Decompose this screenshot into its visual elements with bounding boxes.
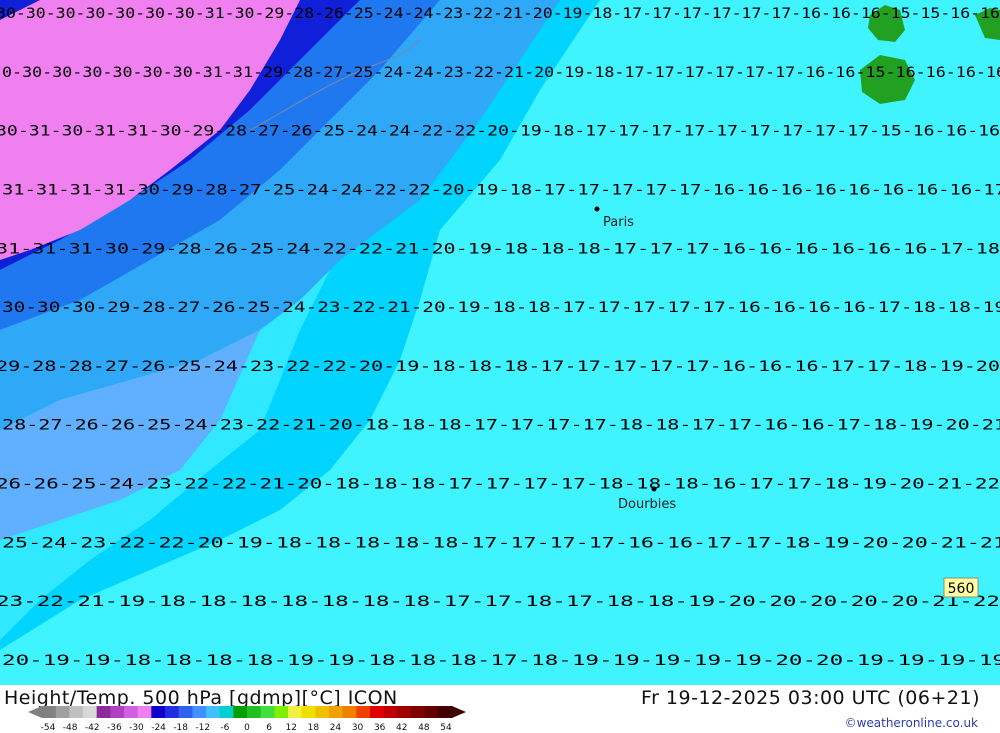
legend-swatch [178, 706, 193, 718]
legend-swatch [356, 706, 371, 718]
city-label-dourbies: Dourbies [618, 497, 676, 512]
legend-tick-label: -24 [151, 723, 166, 732]
contour-label-row: 31-31-31-30-29-28-26-25-24-22-22-21-20-1… [0, 241, 1000, 257]
legend-swatch [151, 706, 166, 718]
contour-label-row: 0-30-30-30-30-30-30-31-31-29-28-27-25-24… [2, 65, 1000, 81]
contour-label-row: 29-28-28-27-26-25-24-23-22-22-20-19-18-1… [0, 359, 1000, 375]
legend-swatch [69, 706, 84, 718]
legend-swatch [383, 706, 398, 718]
legend-swatch [288, 706, 303, 718]
legend-arrow-left [28, 706, 42, 718]
legend-swatch [219, 706, 234, 718]
legend-swatch [137, 706, 152, 718]
city-marker-dourbies [651, 486, 657, 492]
color-scale-legend: -54 -48 -42 -36 -30 -24 -18 -12 -6 0 6 12 18 24 30 36 42… [28, 706, 466, 732]
legend-swatch [206, 706, 221, 718]
legend-swatches [28, 706, 466, 718]
geopotential-badge-text: 560 [948, 581, 975, 597]
legend-tick-label: -30 [129, 723, 144, 732]
legend-swatch [438, 706, 453, 718]
legend-swatch [342, 706, 357, 718]
legend-tick-label: 42 [396, 723, 407, 732]
legend-swatch [315, 706, 330, 718]
legend-swatch [411, 706, 426, 718]
legend-tick-label: 36 [374, 723, 386, 732]
legend-swatch [329, 706, 344, 718]
weather-map: 30-30-30-30-30-30-30-31-30-29-28-26-25-2… [0, 0, 1000, 685]
legend-swatch [274, 706, 289, 718]
legend-swatch [110, 706, 125, 718]
legend-swatch [260, 706, 275, 718]
legend-swatch [96, 706, 111, 718]
contour-label-row: 30-31-30-31-31-30-29-28-27-26-25-24-24-2… [0, 124, 1000, 140]
legend-swatch [370, 706, 385, 718]
valid-datetime: Fr 19-12-2025 03:00 UTC (06+21) [641, 687, 980, 709]
contour-label-row: 25-24-23-22-22-20-19-18-18-18-18-18-17-1… [2, 535, 1000, 551]
city-label-paris: Paris [603, 215, 634, 230]
legend-swatch [83, 706, 98, 718]
legend-tick-label: 54 [440, 723, 452, 732]
contour-label-row: 28-27-26-26-25-24-23-22-21-20-18-18-18-1… [2, 418, 1000, 434]
legend-arrow-right [452, 706, 466, 718]
legend-tick-labels: -54 -48 -42 -36 -30 -24 -18 -12 -6 0 6 12 18 24 30 36 42… [41, 723, 452, 732]
legend-swatch [55, 706, 70, 718]
contour-label-row: 31-31-31-31-30-29-28-27-25-24-24-22-22-2… [2, 182, 1000, 198]
legend-tick-label: -18 [173, 723, 188, 732]
map-footer: Height/Temp. 500 hPa [gdmp][°C] ICON Fr … [0, 685, 1000, 733]
legend-tick-label: -12 [195, 723, 210, 732]
legend-tick-label: 48 [418, 723, 430, 732]
legend-tick-label: 30 [352, 723, 364, 732]
legend-swatch [424, 706, 439, 718]
legend-swatch [165, 706, 180, 718]
contour-label-row: 30-30-30-30-30-30-30-31-30-29-28-26-25-2… [0, 6, 1000, 22]
legend-swatch [301, 706, 316, 718]
legend-tick-label: 6 [266, 723, 272, 732]
contour-label-row: 20-19-19-18-18-18-18-19-19-18-18-18-17-1… [2, 653, 1000, 669]
legend-tick-label: -42 [85, 723, 100, 732]
credit-link[interactable]: ©weatheronline.co.uk [845, 716, 978, 730]
legend-swatch [397, 706, 412, 718]
legend-swatch [124, 706, 139, 718]
city-marker-paris [594, 206, 600, 212]
legend-swatch [42, 706, 57, 718]
legend-tick-label: -6 [220, 723, 229, 732]
contour-label-row: 26-26-25-24-23-22-22-21-20-18-18-18-17-1… [0, 477, 1000, 493]
contour-label-row: 23-22-21-19-18-18-18-18-18-18-18-17-17-1… [0, 594, 1000, 610]
legend-tick-label: 18 [308, 723, 320, 732]
legend-tick-label: 24 [330, 723, 342, 732]
legend-swatch [247, 706, 262, 718]
legend-swatch [192, 706, 207, 718]
legend-swatch [233, 706, 248, 718]
legend-tick-label: -36 [107, 723, 122, 732]
legend-tick-label: 0 [244, 723, 250, 732]
legend-tick-label: -54 [41, 723, 56, 732]
contour-label-row: 30-30-30-29-28-27-26-25-24-23-22-21-20-1… [2, 300, 1000, 316]
legend-tick-label: -48 [63, 723, 78, 732]
legend-tick-label: 12 [285, 723, 296, 732]
